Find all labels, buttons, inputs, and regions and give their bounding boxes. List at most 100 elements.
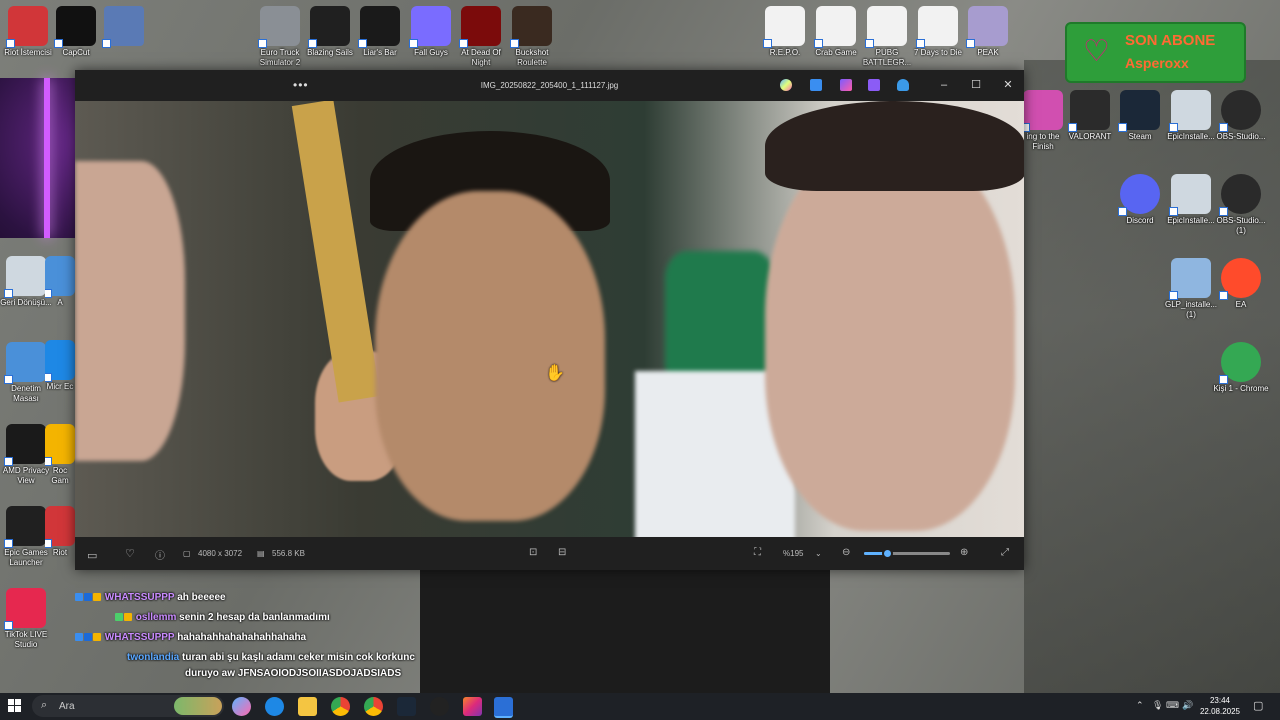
minimize-button[interactable]: – (931, 76, 957, 94)
desktop-shortcut[interactable]: Blazing Sails (302, 6, 358, 58)
chat-username: WHATSSUPPP (104, 592, 175, 603)
desktop-shortcut-label: Liar's Bar (363, 48, 397, 57)
riot-icon (45, 506, 75, 548)
desktop-shortcut[interactable]: GLP_installe... (1) (1163, 258, 1219, 320)
desktop-shortcut-label: Roc Gam (51, 466, 69, 485)
desktop-shortcut[interactable]: Kişi 1 - Chrome (1213, 342, 1269, 394)
desktop-shortcut[interactable]: Riot (45, 506, 75, 558)
chevron-up-icon[interactable]: ⌃ (1136, 700, 1144, 711)
onedrive-icon[interactable] (897, 79, 909, 91)
windows-start-icon[interactable] (8, 699, 22, 713)
desktop-shortcut[interactable]: At Dead Of Night (453, 6, 509, 68)
discord-icon (1118, 174, 1160, 216)
crown-badge-icon (124, 613, 132, 621)
clipchamp-icon[interactable] (840, 79, 852, 91)
microphone-icon[interactable]: 🎙 (1152, 700, 1163, 711)
file-explorer-taskbar-icon[interactable] (298, 697, 317, 716)
file-icon (814, 6, 856, 48)
desktop-shortcut[interactable]: Micr Ec (45, 340, 75, 392)
installer-icon (1169, 174, 1211, 216)
desktop-shortcut[interactable]: 7 Days to Die (910, 6, 966, 58)
zoom-out-button[interactable]: ⊖ (842, 547, 850, 558)
clock-time: 23:44 (1209, 696, 1231, 705)
desktop-shortcut[interactable]: EA (1213, 258, 1269, 310)
desktop-shortcut[interactable]: PEAK (960, 6, 1016, 58)
valorant-icon (1068, 90, 1110, 132)
viewer-statusbar: ▭ ♡ ⓘ ▢ 4080 x 3072 ▤ 556.8 KB ⊡ ⊟ ⛶ %19… (75, 537, 1024, 570)
copilot-taskbar-icon[interactable] (232, 697, 251, 716)
photos-taskbar-icon[interactable] (494, 697, 513, 718)
crown-badge-icon (93, 633, 101, 641)
rockstar-icon (45, 424, 75, 466)
obs-taskbar-icon[interactable] (430, 697, 449, 716)
desktop-shortcut[interactable]: EpicInstalle... (1163, 174, 1219, 226)
filmstrip-icon[interactable]: ▭ (87, 549, 97, 562)
crown-badge-icon (93, 593, 101, 601)
chrome-profile-taskbar-icon[interactable] (364, 697, 383, 716)
chrome-taskbar-icon[interactable] (331, 697, 350, 716)
info-icon[interactable]: ⓘ (155, 547, 165, 562)
desktop-shortcut[interactable]: Euro Truck Simulator 2 (252, 6, 308, 68)
visual-search-icon[interactable]: ⊡ (529, 547, 537, 558)
desktop-shortcut[interactable]: R.E.P.O. (757, 6, 813, 58)
maximize-button[interactable]: ☐ (963, 76, 989, 94)
desktop-shortcut[interactable]: Discord (1112, 174, 1168, 226)
peak-icon (966, 6, 1008, 48)
close-button[interactable]: ✕ (995, 76, 1021, 94)
desktop-shortcut[interactable]: OBS-Studio... (1) (1213, 174, 1269, 236)
search-placeholder: Ara (59, 701, 75, 712)
fullscreen-icon[interactable]: ⤢ (1001, 547, 1009, 558)
desktop-shortcut[interactable]: Steam (1112, 90, 1168, 142)
photo-canvas[interactable]: ✋ (75, 101, 1024, 537)
desktop-shortcut[interactable]: EpicInstalle... (1163, 90, 1219, 142)
desktop-shortcut-label: Micr Ec (46, 382, 74, 391)
desktop-shortcut[interactable]: A (45, 256, 75, 308)
desktop-shortcut-label: Steam (1128, 132, 1152, 141)
snake-icon (1021, 90, 1063, 132)
text-extract-icon[interactable]: ⊟ (558, 547, 566, 558)
desktop-shortcut-label: GLP_installe... (1) (1164, 300, 1218, 319)
liars-bar-icon (358, 6, 400, 48)
zoom-in-button[interactable]: ⊕ (960, 547, 968, 558)
photo-region-green (665, 251, 775, 391)
desktop-shortcut[interactable]: Crab Game (808, 6, 864, 58)
folder-icon[interactable] (868, 79, 880, 91)
desktop-shortcut[interactable]: Liar's Bar (352, 6, 408, 58)
taskbar-clock[interactable]: 23:44 22.08.2025 (1196, 695, 1244, 717)
epic-icon (4, 506, 46, 548)
instagram-taskbar-icon[interactable] (463, 697, 482, 716)
badge-icon (84, 633, 92, 641)
keyboard-icon[interactable]: ⌨ (1166, 700, 1179, 711)
zoom-slider[interactable] (864, 548, 950, 559)
file-icon (916, 6, 958, 48)
edit-image-icon[interactable] (810, 79, 822, 91)
favorite-heart-icon[interactable]: ♡ (125, 547, 135, 560)
chevron-down-icon[interactable]: ⌄ (815, 549, 822, 558)
zoom-level-select[interactable]: %195 (783, 549, 803, 558)
desktop-shortcut[interactable]: Buckshot Roulette (504, 6, 560, 68)
desktop-shortcut[interactable]: PUBG BATTLEGR... (859, 6, 915, 68)
desktop-shortcut[interactable]: OBS-Studio... (1213, 90, 1269, 142)
speaker-icon[interactable]: 🔊 (1182, 700, 1193, 711)
edge-icon (45, 340, 75, 382)
desktop-shortcut[interactable] (96, 6, 152, 48)
badge-icon (75, 633, 83, 641)
desktop-shortcut[interactable]: TikTok LIVE Studio (0, 588, 54, 650)
desktop-shortcut[interactable]: Fall Guys (403, 6, 459, 58)
capcut-icon (54, 6, 96, 48)
desktop-shortcut-label: 7 Days to Die (913, 48, 963, 57)
steam-taskbar-icon[interactable] (397, 697, 416, 716)
notification-icon[interactable]: ▢ (1253, 699, 1263, 712)
desktop-shortcut[interactable]: VALORANT (1062, 90, 1118, 142)
edge-taskbar-icon[interactable] (265, 697, 284, 716)
copilot-icon[interactable] (780, 79, 792, 91)
photos-app-window[interactable]: ••• IMG_20250822_205400_1_111127.jpg – ☐… (75, 70, 1024, 570)
desktop-shortcut-label: Fall Guys (414, 48, 448, 57)
desktop-shortcut[interactable]: Roc Gam (45, 424, 75, 486)
zoom-slider-knob[interactable] (882, 548, 894, 559)
heart-icon: ♡ (1083, 35, 1110, 68)
fit-to-window-icon[interactable]: ⛶ (754, 547, 761, 558)
taskbar-search-box[interactable]: ⌕ Ara (32, 695, 224, 717)
window-titlebar[interactable]: ••• IMG_20250822_205400_1_111127.jpg – ☐… (75, 70, 1024, 101)
photo-region-face-center (375, 191, 605, 521)
